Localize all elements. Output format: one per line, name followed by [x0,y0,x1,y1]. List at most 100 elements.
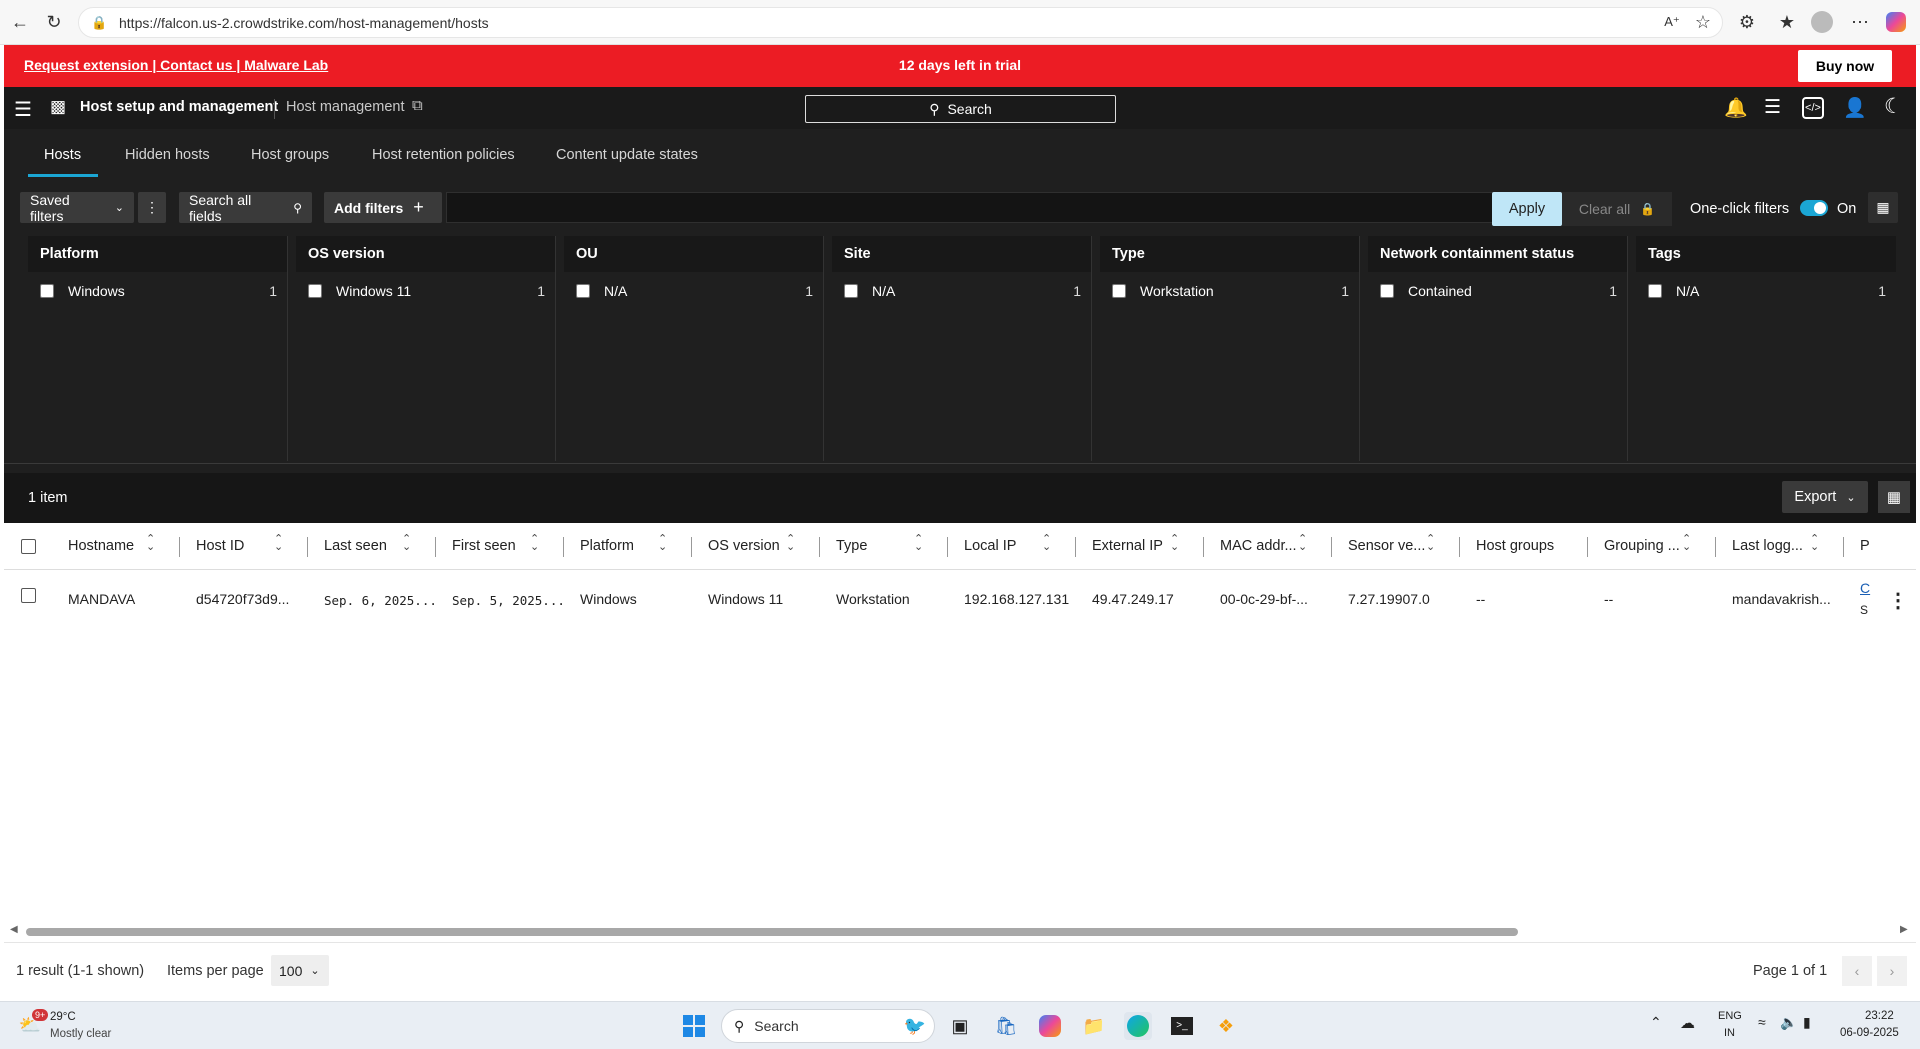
next-page-button[interactable]: › [1877,956,1907,986]
checkbox[interactable] [1648,284,1662,298]
sort-icon[interactable]: ⌃ ⌄ [914,534,923,553]
cell-p-link[interactable]: C [1860,580,1870,596]
notifications-bell-icon[interactable]: 🔔 [1724,96,1748,120]
clock-time[interactable]: 23:22 [1865,1010,1894,1022]
col-os-version[interactable]: OS version [708,538,780,554]
saved-filters-dropdown[interactable]: Saved filters ⌄ [20,192,134,224]
col-hostname[interactable]: Hostname [68,538,134,554]
facet-option[interactable]: Windows 11 1 [296,272,555,310]
checkbox[interactable] [1112,284,1126,298]
row-actions-menu-icon[interactable]: ⋮ [1888,588,1908,613]
more-menu-icon[interactable]: ⋯ [1846,8,1874,36]
column-separator[interactable] [1715,537,1716,557]
facet-option[interactable]: N/A 1 [832,272,1091,310]
col-mac-address[interactable]: MAC addr... [1220,538,1297,554]
task-view-icon[interactable]: ▣ [946,1012,974,1040]
column-separator[interactable] [435,537,436,557]
copilot-icon[interactable] [1882,8,1910,36]
checkbox[interactable] [576,284,590,298]
battery-icon[interactable]: ▮ [1803,1014,1811,1031]
app-title[interactable]: Host setup and management [80,99,278,115]
select-all-checkbox[interactable] [21,539,36,554]
column-separator[interactable] [1203,537,1204,557]
language-line2[interactable]: IN [1724,1027,1735,1039]
col-last-logged-in[interactable]: Last logg... [1732,538,1803,554]
onedrive-cloud-icon[interactable]: ☁ [1680,1014,1695,1032]
windows-start-icon[interactable] [680,1012,708,1040]
site-info-icon[interactable]: 🔒 [91,15,111,31]
apply-button[interactable]: Apply [1492,192,1562,226]
user-profile-icon[interactable]: 👤 [1843,96,1867,120]
col-external-ip[interactable]: External IP [1092,538,1163,554]
extensions-icon[interactable]: ⚙ [1733,8,1761,36]
taskbar-search-box[interactable]: ⚲ Search 🐦 [721,1009,935,1043]
column-separator[interactable] [1075,537,1076,557]
filter-input-field[interactable] [446,192,1506,223]
col-sensor-version[interactable]: Sensor ve... [1348,538,1425,554]
more-options-button[interactable]: ⋮ [138,192,166,223]
edge-browser-icon[interactable] [1124,1012,1152,1040]
column-separator[interactable] [1331,537,1332,557]
col-host-groups[interactable]: Host groups [1476,538,1554,554]
tab-hidden-hosts[interactable]: Hidden hosts [125,147,210,163]
cell-hostname[interactable]: MANDAVA [68,591,135,607]
row-checkbox[interactable] [21,588,36,603]
vmware-icon[interactable]: ❖ [1212,1012,1240,1040]
sort-icon[interactable]: ⌃ ⌄ [1298,534,1307,553]
sort-icon[interactable]: ⌃ ⌄ [658,534,667,553]
sort-icon[interactable]: ⌃ ⌄ [1682,534,1691,553]
col-grouping-tags[interactable]: Grouping ... [1604,538,1680,554]
toggle-facets-button[interactable]: ▦ [1868,192,1898,223]
facet-option[interactable]: Windows 1 [28,272,287,310]
buy-now-button[interactable]: Buy now [1798,50,1892,82]
sort-icon[interactable]: ⌃ ⌄ [1426,534,1435,553]
checkbox[interactable] [1380,284,1394,298]
column-separator[interactable] [179,537,180,557]
column-separator[interactable] [819,537,820,557]
sort-icon[interactable]: ⌃ ⌄ [402,534,411,553]
col-platform[interactable]: Platform [580,538,634,554]
column-settings-button[interactable]: ▦ [1878,481,1910,513]
file-explorer-icon[interactable]: 📁 [1080,1012,1108,1040]
speaker-icon[interactable]: 🔈 [1780,1014,1797,1031]
facet-option[interactable]: N/A 1 [1636,272,1896,310]
global-search-button[interactable]: ⚲ Search [805,95,1116,123]
clock-date[interactable]: 06-09-2025 [1840,1027,1899,1039]
wifi-icon[interactable]: ≈ [1758,1014,1766,1030]
column-separator[interactable] [563,537,564,557]
read-aloud-icon[interactable]: A⁺ [1658,8,1686,36]
horizontal-scrollbar[interactable]: ◀ ▶ [4,920,1916,942]
hamburger-menu-icon[interactable]: ☰ [14,97,32,122]
previous-page-button[interactable]: ‹ [1842,956,1872,986]
scroll-right-icon[interactable]: ▶ [1900,924,1908,935]
column-separator[interactable] [947,537,948,557]
sort-icon[interactable]: ⌃ ⌄ [1042,534,1051,553]
dark-mode-moon-icon[interactable]: ☾ [1884,94,1903,119]
profile-avatar-icon[interactable] [1808,8,1836,36]
tab-host-groups[interactable]: Host groups [251,147,329,163]
search-all-fields-button[interactable]: Search all fields ⚲ [179,192,312,224]
one-click-filters-toggle[interactable] [1800,200,1828,216]
developer-code-icon[interactable]: </> [1802,97,1824,119]
facet-option[interactable]: N/A 1 [564,272,823,310]
language-line1[interactable]: ENG [1718,1010,1742,1022]
bookmark-icon[interactable]: ⧉ [412,97,423,114]
export-button[interactable]: Export ⌄ [1782,481,1868,513]
checkbox[interactable] [40,284,54,298]
microsoft-store-icon[interactable]: 🛍 [992,1012,1020,1040]
facet-option[interactable]: Contained 1 [1368,272,1627,310]
sort-icon[interactable]: ⌃ ⌄ [530,534,539,553]
col-local-ip[interactable]: Local IP [964,538,1016,554]
tab-content-update-states[interactable]: Content update states [556,147,698,163]
facet-option[interactable]: Workstation 1 [1100,272,1359,310]
column-separator[interactable] [1459,537,1460,557]
clear-all-button[interactable]: Clear all 🔒 [1562,192,1672,226]
show-hidden-icons-chevron-icon[interactable]: ⌃ [1650,1014,1662,1031]
add-filters-button[interactable]: Add filters + [324,192,442,223]
sort-icon[interactable]: ⌃ ⌄ [1170,534,1179,553]
col-host-id[interactable]: Host ID [196,538,244,554]
refresh-icon[interactable]: ↻ [40,8,68,36]
checkbox[interactable] [308,284,322,298]
sort-icon[interactable]: ⌃ ⌄ [1810,534,1819,553]
tab-host-retention-policies[interactable]: Host retention policies [372,147,515,163]
